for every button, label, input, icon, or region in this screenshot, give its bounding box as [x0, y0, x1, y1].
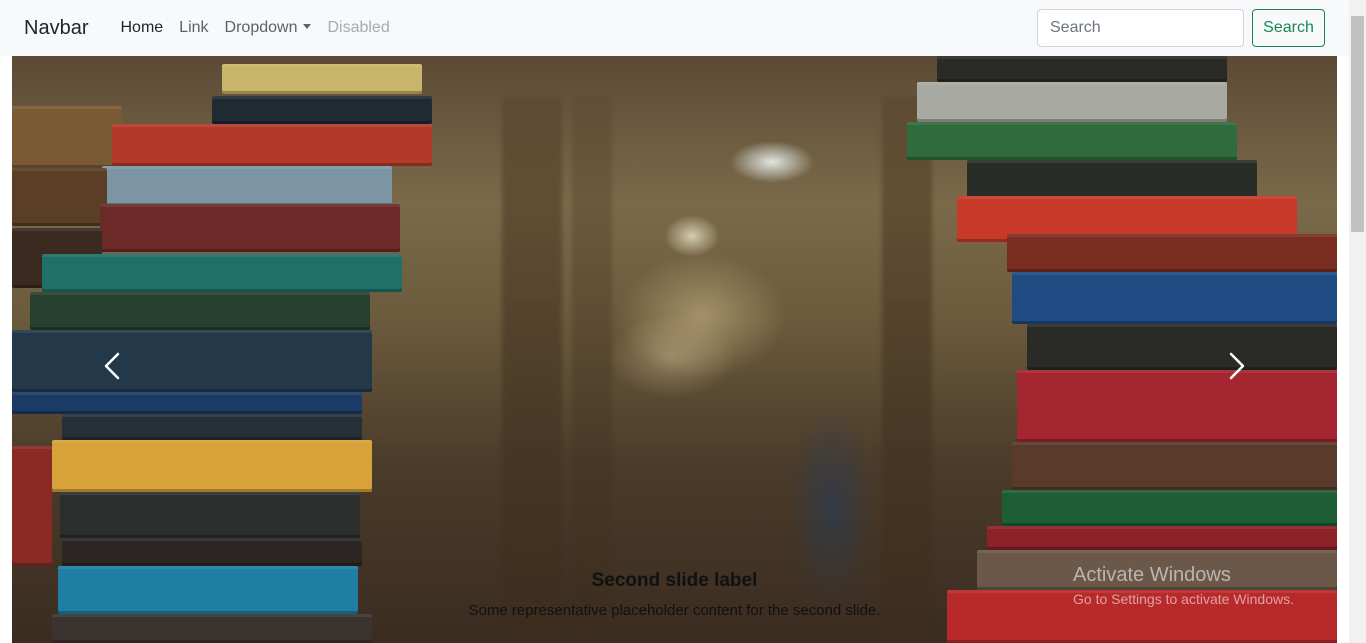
nav-link-link[interactable]: Link: [171, 19, 216, 37]
nav-links: Home Link Dropdown Disabled: [112, 19, 397, 37]
background-shelf: [502, 96, 562, 636]
search-form: Search: [1037, 9, 1325, 47]
navbar: Navbar Home Link Dropdown Disabled Searc…: [0, 0, 1349, 56]
carousel-prev-button[interactable]: [98, 351, 128, 381]
carousel-next-button[interactable]: [1221, 351, 1251, 381]
nav-link-home[interactable]: Home: [112, 19, 171, 37]
carousel: Second slide label Some representative p…: [12, 56, 1337, 643]
watermark-title: Activate Windows: [1073, 564, 1231, 586]
chevron-left-icon: [104, 352, 120, 380]
nav-link-disabled: Disabled: [327, 19, 390, 36]
watermark-text: Go to Settings to activate Windows.: [1073, 591, 1294, 607]
nav-dropdown-label: Dropdown: [224, 19, 298, 36]
scrollbar-thumb[interactable]: [1351, 16, 1364, 232]
nav-dropdown-toggle[interactable]: Dropdown: [217, 19, 320, 37]
page-scrollbar[interactable]: [1349, 0, 1366, 643]
search-button[interactable]: Search: [1252, 9, 1325, 47]
background-shelf: [572, 96, 612, 636]
navbar-brand[interactable]: Navbar: [24, 17, 88, 40]
windows-activation-watermark: Activate Windows Go to Settings to activ…: [1073, 564, 1294, 607]
book-stack-right: [897, 56, 1337, 643]
chevron-right-icon: [1229, 352, 1245, 380]
caret-down-icon: [303, 24, 312, 29]
search-input[interactable]: [1037, 9, 1244, 47]
book-stack-left: [12, 56, 492, 643]
